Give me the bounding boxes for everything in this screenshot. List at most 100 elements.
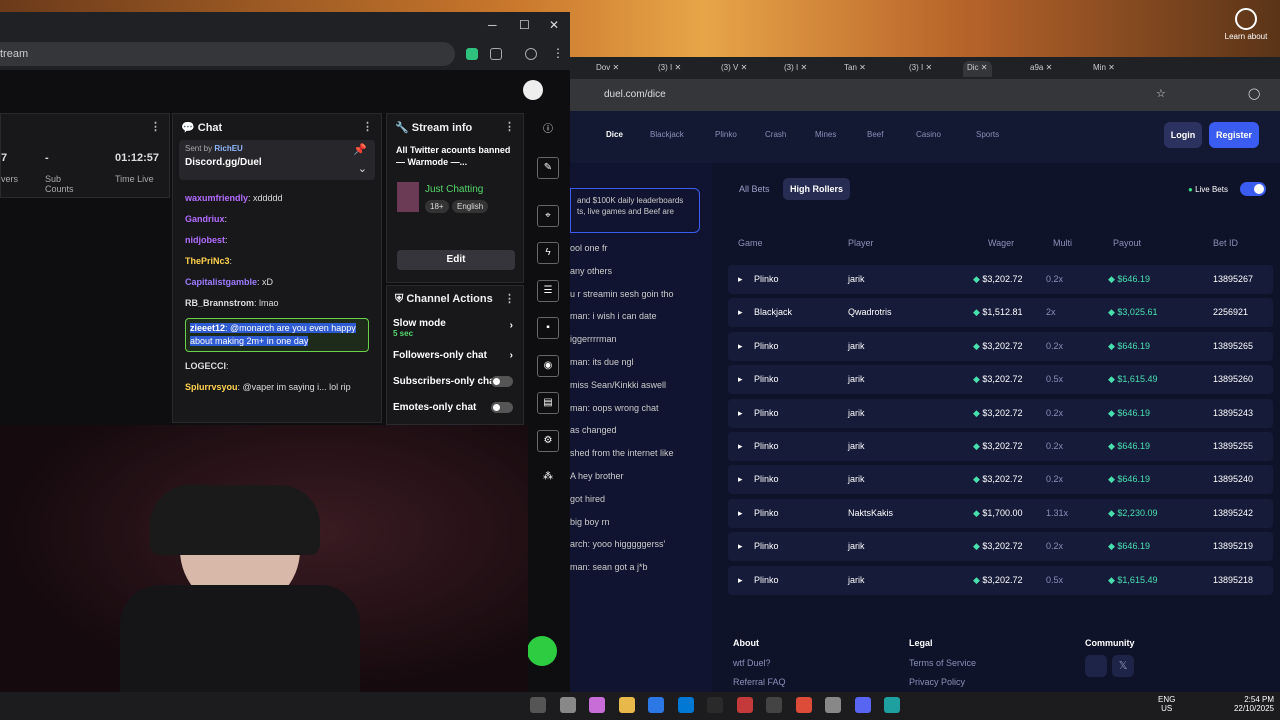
clock[interactable]: 2:54 PM 22/10/2025	[1226, 695, 1274, 713]
emotes-only-row[interactable]: Emotes-only chat	[387, 396, 523, 419]
taskbar-app-icon[interactable]	[648, 697, 664, 713]
subscribers-only-toggle[interactable]	[491, 376, 513, 387]
edit-button[interactable]: Edit	[397, 250, 515, 270]
x-icon[interactable]: 𝕏	[1112, 655, 1134, 677]
more-icon[interactable]: ⋮	[504, 120, 515, 133]
browser-tab[interactable]: (3) I ✕	[905, 61, 936, 77]
taskbar-app-icon[interactable]	[559, 697, 576, 713]
browser-tab[interactable]: Min ✕	[1089, 61, 1119, 77]
table-row[interactable]: ▸ Plinko jarik ◆ $3,202.72 0.2x ◆ $646.19 1389…	[728, 331, 1273, 361]
table-row[interactable]: ▸ Plinko jarik ◆ $3,202.72 0.5x ◆ $1,615.49 13…	[728, 365, 1273, 395]
chat-username[interactable]: Gandriux	[185, 214, 225, 224]
clip-icon[interactable]: ⌖	[537, 205, 559, 227]
chat-username[interactable]: nidjobest	[185, 235, 225, 245]
tab-high-rollers[interactable]: High Rollers	[783, 178, 851, 200]
browser-tab[interactable]: (3) I ✕	[654, 61, 685, 77]
learn-about-widget[interactable]: Learn about	[1218, 8, 1274, 41]
nav-item-beef[interactable]: Beef	[867, 130, 883, 139]
url-text[interactable]: duel.com/dice	[604, 89, 666, 100]
nav-item-dice[interactable]: Dice	[606, 130, 623, 139]
taskbar-app-icon[interactable]	[677, 697, 694, 713]
taskbar-app-icon[interactable]	[825, 697, 841, 713]
more-icon[interactable]: ⋮	[504, 292, 515, 305]
chat-bubble-icon[interactable]: ▪	[537, 317, 559, 339]
taskbar-app-icon[interactable]	[736, 697, 753, 713]
taskbar-app-icon[interactable]	[795, 697, 812, 713]
footer-link[interactable]: Terms of Service	[909, 658, 976, 668]
taskbar-app-icon[interactable]	[707, 697, 723, 713]
taskbar-app-icon[interactable]	[589, 697, 605, 713]
chat-username[interactable]: LOGECCI	[185, 361, 226, 371]
live-bets-toggle[interactable]	[1240, 182, 1266, 196]
lightning-icon[interactable]: ϟ	[537, 242, 559, 264]
subscribers-only-row[interactable]: Subscribers-only chat	[387, 367, 523, 396]
nav-item-crash[interactable]: Crash	[765, 130, 786, 139]
close-icon[interactable]: ✕	[549, 18, 559, 32]
emotes-only-toggle[interactable]	[491, 402, 513, 413]
taskbar-app-icon[interactable]	[766, 697, 782, 713]
nav-item-blackjack[interactable]: Blackjack	[650, 130, 684, 139]
followers-only-row[interactable]: Followers-only chat ›	[387, 344, 523, 367]
nav-item-sports[interactable]: Sports	[976, 130, 999, 139]
table-row[interactable]: ▸ Plinko jarik ◆ $3,202.72 0.2x ◆ $646.19 1389…	[728, 465, 1273, 495]
slow-mode-row[interactable]: Slow mode 5 sec ›	[387, 312, 523, 344]
address-bar[interactable]: tream	[0, 42, 455, 66]
language-indicator[interactable]: ENG US	[1158, 695, 1175, 713]
nav-item-plinko[interactable]: Plinko	[715, 130, 737, 139]
chat-username[interactable]: RB_Brannstrom	[185, 298, 254, 308]
table-row[interactable]: ▸ Blackjack Qwadrotris ◆ $1,512.81 2x ◆ $3,02…	[728, 298, 1273, 328]
more-icon[interactable]: ⋮	[150, 120, 161, 133]
footer-link[interactable]: Privacy Policy	[909, 677, 965, 687]
chat-username[interactable]: waxumfriendly	[185, 193, 248, 203]
login-button[interactable]: Login	[1164, 122, 1202, 148]
taskbar-app-icon[interactable]	[854, 697, 871, 713]
table-row[interactable]: ▸ Plinko jarik ◆ $3,202.72 0.2x ◆ $646.19 1389…	[728, 265, 1273, 294]
headset-icon[interactable]	[527, 636, 557, 666]
star-icon[interactable]: ☆	[1156, 87, 1166, 100]
more-icon[interactable]: ⋮	[362, 120, 373, 133]
notes-icon[interactable]: ☰	[537, 280, 559, 302]
profile-icon[interactable]	[525, 48, 537, 60]
nav-item-mines[interactable]: Mines	[815, 130, 836, 139]
table-row[interactable]: ▸ Plinko jarik ◆ $3,202.72 0.2x ◆ $646.19 1389…	[728, 398, 1273, 428]
chat-username[interactable]: zieeet12	[190, 323, 226, 333]
puzzle-icon[interactable]	[490, 48, 502, 60]
pinned-message[interactable]: Sent by RichEU Discord.gg/Duel 📌 ⌄	[179, 140, 375, 180]
browser-tab[interactable]: (3) V ✕	[717, 61, 751, 77]
register-button[interactable]: Register	[1209, 122, 1259, 148]
chat-username[interactable]: Capitalistgamble	[185, 277, 257, 287]
pencil-icon[interactable]: ✎	[537, 157, 559, 179]
tab-all-bets[interactable]: All Bets	[732, 178, 777, 200]
footer-link[interactable]: wtf Duel?	[733, 658, 771, 668]
chat-username[interactable]: Splurrvsyou	[185, 382, 238, 392]
taskbar-app-icon[interactable]	[618, 697, 635, 713]
category-label[interactable]: Just Chatting	[425, 184, 483, 195]
browser-tab[interactable]: Dov ✕	[592, 61, 623, 77]
profile-icon[interactable]: ◯	[1248, 87, 1260, 100]
discord-icon[interactable]	[1085, 655, 1107, 677]
table-row[interactable]: ▸ Plinko NaktsKakis ◆ $1,700.00 1.31x ◆ $2,23…	[728, 498, 1273, 528]
avatar[interactable]	[523, 80, 543, 100]
settings-icon[interactable]: ⚙	[537, 430, 559, 452]
nav-item-casino[interactable]: Casino	[916, 130, 941, 139]
layout-icon[interactable]: ▤	[537, 392, 559, 414]
table-row[interactable]: ▸ Plinko jarik ◆ $3,202.72 0.2x ◆ $646.19 1389…	[728, 532, 1273, 562]
chat-username[interactable]: ThePriNc3	[185, 256, 230, 266]
taskbar-app-icon[interactable]	[530, 697, 546, 713]
maximize-icon[interactable]: ☐	[519, 18, 530, 32]
minimize-icon[interactable]: ─	[488, 18, 497, 32]
taskbar-app-icon[interactable]	[884, 697, 900, 713]
browser-tab[interactable]: Tan ✕	[840, 61, 870, 77]
browser-tab[interactable]: a9a ✕	[1026, 61, 1056, 77]
table-row[interactable]: ▸ Plinko jarik ◆ $3,202.72 0.5x ◆ $1,615.49 13…	[728, 565, 1273, 595]
share-icon[interactable]: ⁂	[537, 467, 559, 489]
pin-icon[interactable]: 📌	[353, 143, 367, 156]
browser-tab[interactable]: Dic ✕	[963, 61, 992, 77]
extension-icon[interactable]	[466, 48, 478, 60]
broadcast-icon[interactable]: ◉	[537, 355, 559, 377]
browser-tab[interactable]: (3) I ✕	[780, 61, 811, 77]
menu-icon[interactable]: ⋮	[552, 46, 564, 60]
chevron-down-icon[interactable]: ⌄	[358, 162, 367, 175]
table-row[interactable]: ▸ Plinko jarik ◆ $3,202.72 0.2x ◆ $646.19 1389…	[728, 432, 1273, 461]
footer-link[interactable]: Referral FAQ	[733, 677, 786, 687]
